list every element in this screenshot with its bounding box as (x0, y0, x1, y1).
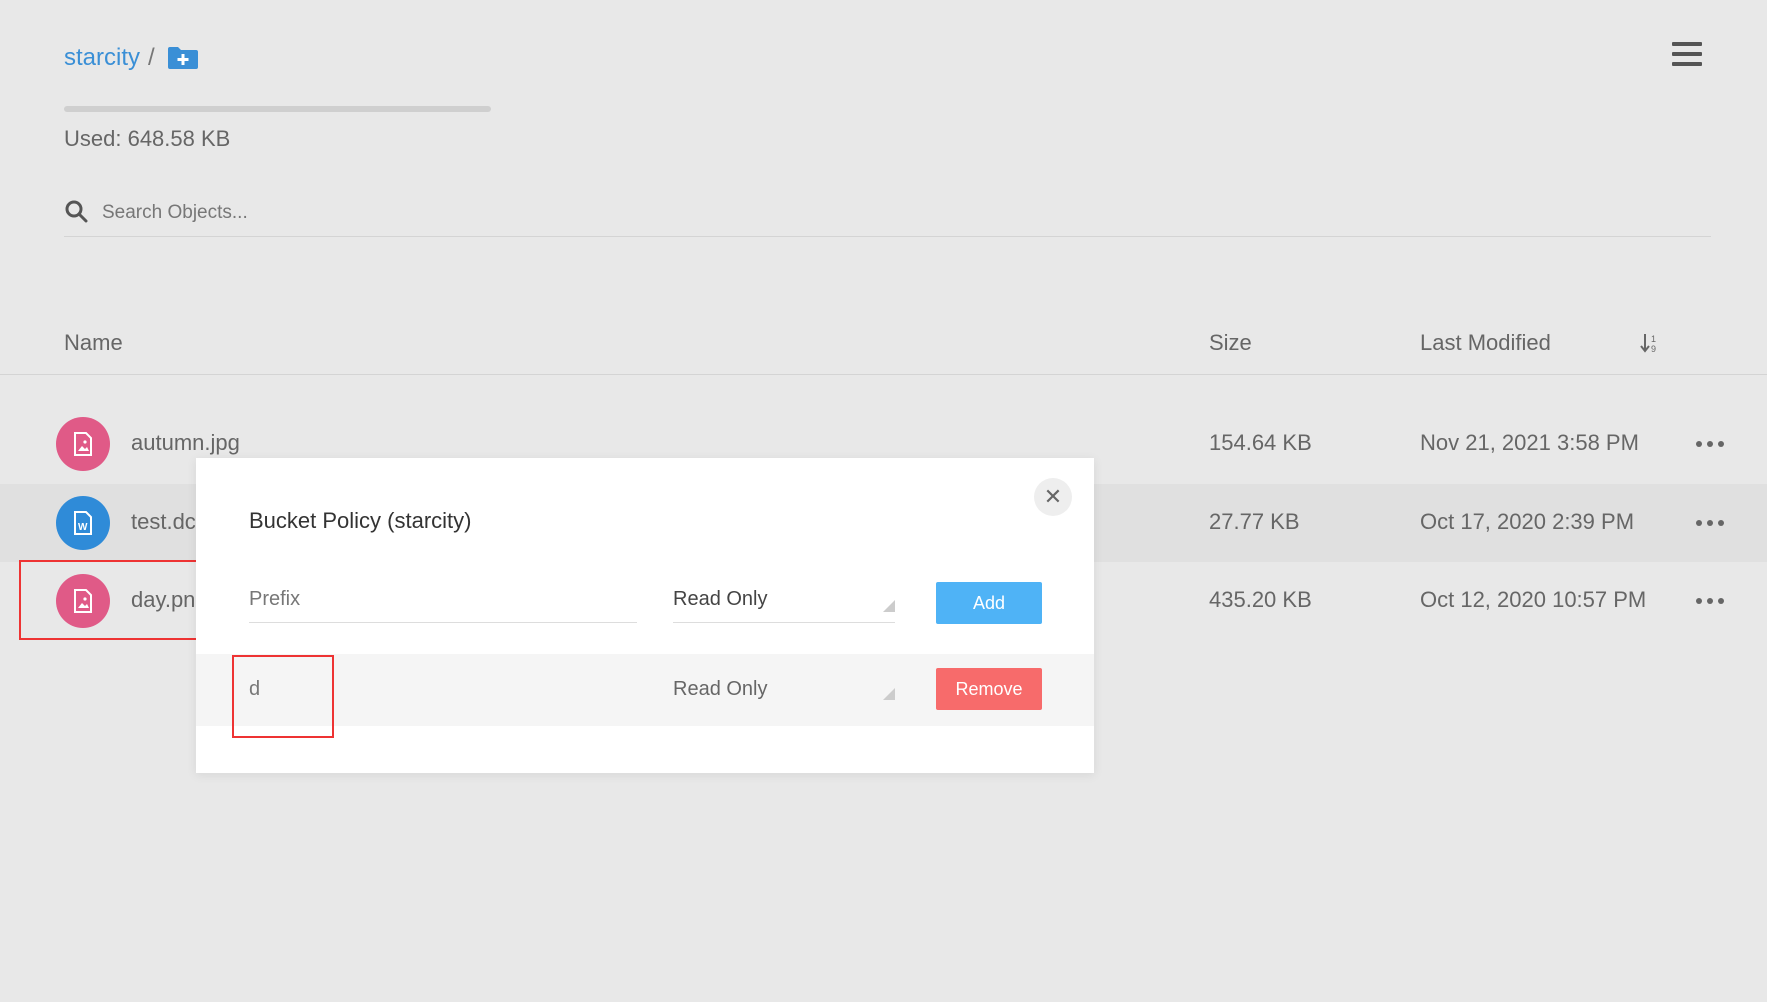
search-icon (64, 199, 88, 228)
highlight-box (19, 560, 211, 640)
file-name[interactable]: test.dc (131, 509, 196, 535)
hamburger-icon[interactable] (1672, 42, 1702, 66)
file-size: 435.20 KB (1209, 587, 1312, 612)
breadcrumb: starcity / (64, 44, 199, 72)
sort-icon[interactable]: 1 9 (1640, 332, 1660, 360)
search-input[interactable] (100, 201, 704, 225)
column-header-size[interactable]: Size (1209, 330, 1252, 356)
more-actions-icon[interactable] (1696, 441, 1724, 447)
file-modified: Nov 21, 2021 3:58 PM (1420, 430, 1639, 455)
prefix-field[interactable] (249, 578, 637, 623)
policy-access-value: Read Only (673, 678, 768, 700)
svg-text:1: 1 (1651, 334, 1656, 344)
storage-usage-fill (64, 106, 491, 112)
search-bar (64, 190, 1711, 237)
policy-access-select[interactable]: Read Only (673, 666, 895, 710)
close-icon[interactable]: ✕ (1034, 478, 1072, 516)
svg-text:W: W (78, 522, 88, 533)
storage-used-label: Used: 648.58 KB (64, 126, 231, 151)
word-file-icon: W (56, 496, 110, 550)
svg-text:9: 9 (1651, 344, 1656, 354)
file-modified: Oct 17, 2020 2:39 PM (1420, 509, 1635, 534)
more-actions-icon[interactable] (1696, 598, 1724, 604)
highlight-box (232, 655, 334, 738)
access-select[interactable]: Read Only (673, 578, 895, 623)
breadcrumb-separator: / (148, 44, 155, 71)
file-modified: Oct 12, 2020 10:57 PM (1420, 587, 1647, 612)
remove-button[interactable]: Remove (936, 668, 1042, 710)
more-actions-icon[interactable] (1696, 520, 1724, 526)
add-button[interactable]: Add (936, 582, 1042, 624)
breadcrumb-bucket-link[interactable]: starcity (64, 44, 140, 72)
table-header: Name Size Last Modified 1 9 (0, 326, 1767, 375)
chevron-down-icon (883, 688, 895, 700)
modal-title: Bucket Policy (starcity) (249, 508, 472, 533)
file-name[interactable]: autumn.jpg (131, 430, 240, 456)
column-header-last-modified[interactable]: Last Modified (1420, 330, 1551, 356)
column-header-name[interactable]: Name (64, 330, 123, 356)
file-size: 27.77 KB (1209, 509, 1300, 534)
storage-usage-bar (64, 106, 491, 112)
chevron-down-icon (883, 600, 895, 612)
prefix-input[interactable] (249, 588, 637, 611)
access-select-value: Read Only (673, 588, 768, 610)
file-size: 154.64 KB (1209, 430, 1312, 455)
image-file-icon (56, 417, 110, 471)
folder-plus-icon[interactable] (167, 46, 199, 70)
